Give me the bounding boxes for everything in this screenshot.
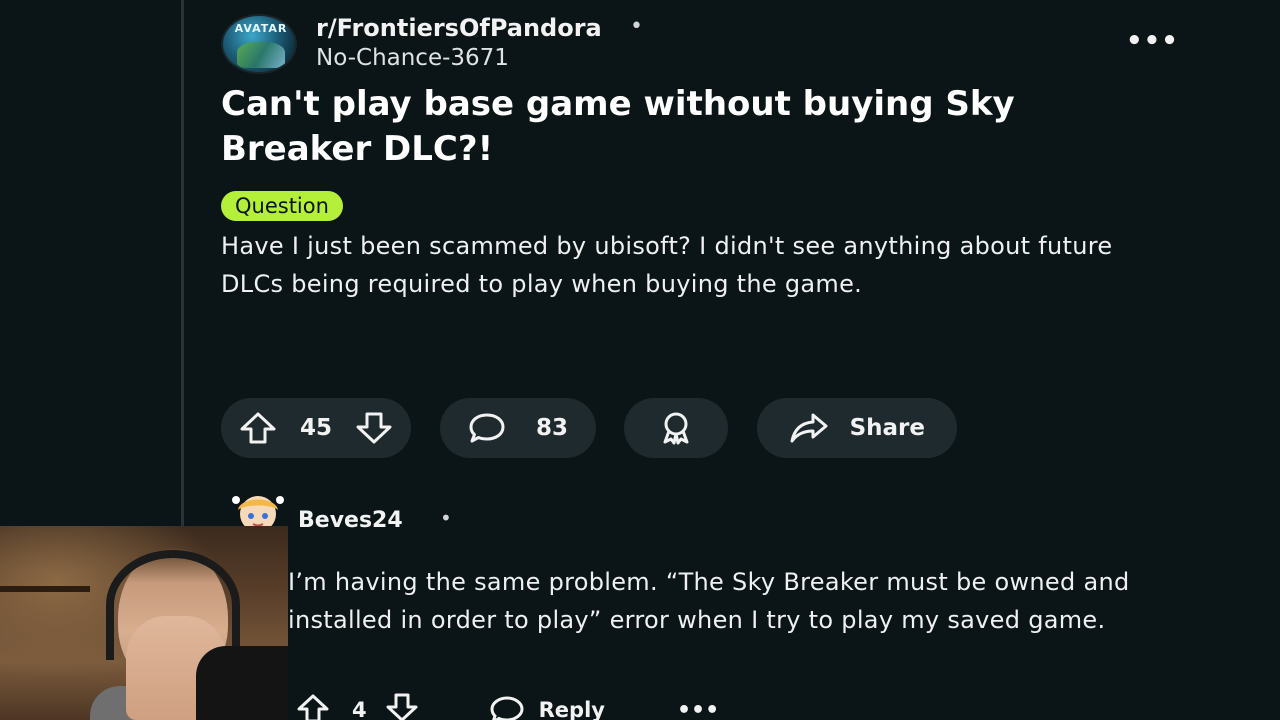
award-button[interactable] <box>624 398 728 458</box>
reply-bubble-icon <box>490 696 524 720</box>
comment-upvote-icon[interactable] <box>296 693 330 720</box>
comment-more-icon[interactable]: ••• <box>677 698 719 720</box>
separator-dot: • <box>630 14 643 39</box>
subreddit-avatar-logo-text: AVATAR <box>234 22 288 35</box>
subreddit-name[interactable]: r/FrontiersOfPandora <box>316 14 602 42</box>
downvote-icon[interactable] <box>355 411 393 445</box>
comment-bubble-icon <box>468 411 506 445</box>
comment-body: I’m having the same problem. “The Sky Br… <box>288 568 1130 634</box>
upvote-count: 45 <box>299 415 332 441</box>
comment-reply-button[interactable]: Reply <box>489 695 605 720</box>
comment-author[interactable]: Beves24 <box>298 508 403 533</box>
vote-pill: 45 <box>221 398 411 458</box>
comment-downvote-icon[interactable] <box>385 693 419 720</box>
share-arrow-icon <box>789 412 829 444</box>
webcam-shelf <box>0 586 90 592</box>
upvote-icon[interactable] <box>239 411 277 445</box>
share-label: Share <box>849 415 925 441</box>
subreddit-avatar-art <box>237 42 285 68</box>
more-options-icon[interactable]: ••• <box>1126 26 1179 56</box>
comments-button[interactable]: 83 <box>440 398 596 458</box>
comment-count: 83 <box>535 415 568 441</box>
share-button[interactable]: Share <box>757 398 957 458</box>
webcam-overlay <box>0 526 288 720</box>
comment-upvote-count: 4 <box>352 698 367 720</box>
microphone-icon <box>196 646 288 720</box>
comment-actions: 4 Reply ••• <box>296 693 719 720</box>
reply-label: Reply <box>538 698 605 720</box>
post-title[interactable]: Can't play base game without buying Sky … <box>221 82 1121 172</box>
post-body: Have I just been scammed by ubisoft? I d… <box>221 232 1113 298</box>
subreddit-avatar[interactable]: AVATAR <box>221 14 297 74</box>
post-flair[interactable]: Question <box>221 191 343 221</box>
post-author[interactable]: No-Chance-3671 <box>316 45 509 71</box>
comment-separator-dot: • <box>440 506 452 530</box>
award-icon <box>658 410 694 446</box>
